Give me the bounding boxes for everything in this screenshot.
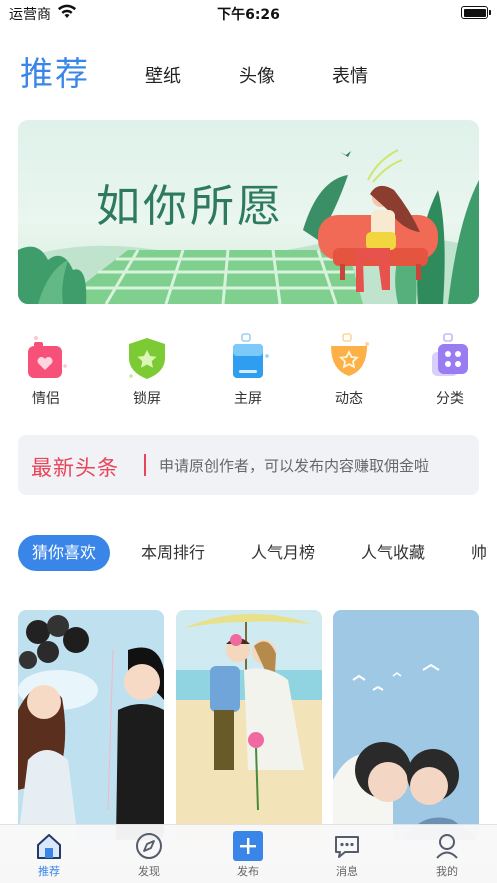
nav-messages-label: 消息 — [336, 865, 358, 878]
chip-monthly-popular[interactable]: 人气月榜 — [251, 535, 315, 571]
status-bar: 运营商 下午6:26 — [0, 0, 497, 26]
banner-title: 如你所愿 — [96, 181, 284, 232]
category-classify[interactable]: 分类 — [420, 332, 480, 412]
chip-weekly-ranking[interactable]: 本周排行 — [141, 535, 205, 571]
category-classify-label: 分类 — [436, 391, 464, 407]
wallpaper-card[interactable] — [333, 610, 479, 840]
chip-popular-favorites[interactable]: 人气收藏 — [361, 535, 425, 571]
category-icon — [432, 333, 468, 376]
nav-discover[interactable]: 发现 — [119, 831, 179, 879]
home-icon — [37, 834, 61, 859]
bottom-tab-bar: 推荐 发现 发布 消息 我的 — [0, 824, 497, 883]
tab-emoji[interactable]: 表情 — [332, 62, 368, 88]
wallpaper-thumbnail — [18, 610, 164, 840]
tab-avatar[interactable]: 头像 — [239, 62, 275, 88]
category-row: 情侣 锁屏 主屏 动态 分类 — [0, 332, 497, 412]
chip-guess-you-like[interactable]: 猜你喜欢 — [18, 535, 111, 571]
compass-icon — [136, 833, 162, 859]
dynamic-icon — [331, 333, 369, 376]
battery-icon — [461, 6, 491, 19]
homescreen-icon — [233, 333, 269, 378]
wallpaper-thumbnail — [333, 610, 479, 840]
couple-icon — [28, 336, 67, 378]
category-lockscreen[interactable]: 锁屏 — [117, 332, 177, 412]
nav-profile-label: 我的 — [436, 865, 458, 878]
message-icon — [335, 836, 359, 858]
nav-recommend[interactable]: 推荐 — [19, 831, 79, 879]
news-ticker-divider — [144, 454, 146, 476]
news-ticker-title: 最新头条 — [31, 456, 119, 480]
nav-recommend-label: 推荐 — [38, 865, 60, 878]
wallpaper-card[interactable] — [176, 610, 322, 840]
news-ticker[interactable]: 最新头条 申请原创作者，可以发布内容赚取佣金啦 — [18, 435, 479, 495]
promo-banner[interactable]: 如你所愿 — [18, 120, 479, 304]
tab-recommend[interactable]: 推荐 — [20, 47, 90, 95]
category-couple-label: 情侣 — [32, 391, 60, 407]
news-ticker-text: 申请原创作者，可以发布内容赚取佣金啦 — [159, 457, 430, 475]
category-dynamic-label: 动态 — [335, 391, 363, 407]
nav-publish[interactable]: 发布 — [218, 831, 278, 879]
category-dynamic[interactable]: 动态 — [319, 332, 379, 412]
wallpaper-thumbnail — [176, 610, 322, 840]
category-lockscreen-label: 锁屏 — [133, 391, 161, 407]
lockscreen-icon — [129, 338, 165, 379]
nav-profile[interactable]: 我的 — [417, 831, 477, 879]
chip-handsome[interactable]: 帅 — [471, 535, 487, 571]
wallpaper-card[interactable] — [18, 610, 164, 840]
top-tab-bar: 推荐 壁纸 头像 表情 — [0, 42, 497, 98]
nav-discover-label: 发现 — [138, 865, 160, 878]
filter-chip-row: 猜你喜欢 本周排行 人气月榜 人气收藏 帅 — [0, 535, 497, 571]
profile-icon — [436, 834, 458, 859]
plus-icon — [233, 831, 263, 861]
wallpaper-grid — [0, 610, 497, 840]
nav-messages[interactable]: 消息 — [317, 831, 377, 879]
category-couple[interactable]: 情侣 — [16, 332, 76, 412]
tab-wallpaper[interactable]: 壁纸 — [145, 62, 181, 88]
category-homescreen[interactable]: 主屏 — [218, 332, 278, 412]
nav-publish-label: 发布 — [237, 865, 259, 878]
clock-label: 下午6:26 — [217, 7, 280, 23]
category-homescreen-label: 主屏 — [234, 391, 262, 407]
